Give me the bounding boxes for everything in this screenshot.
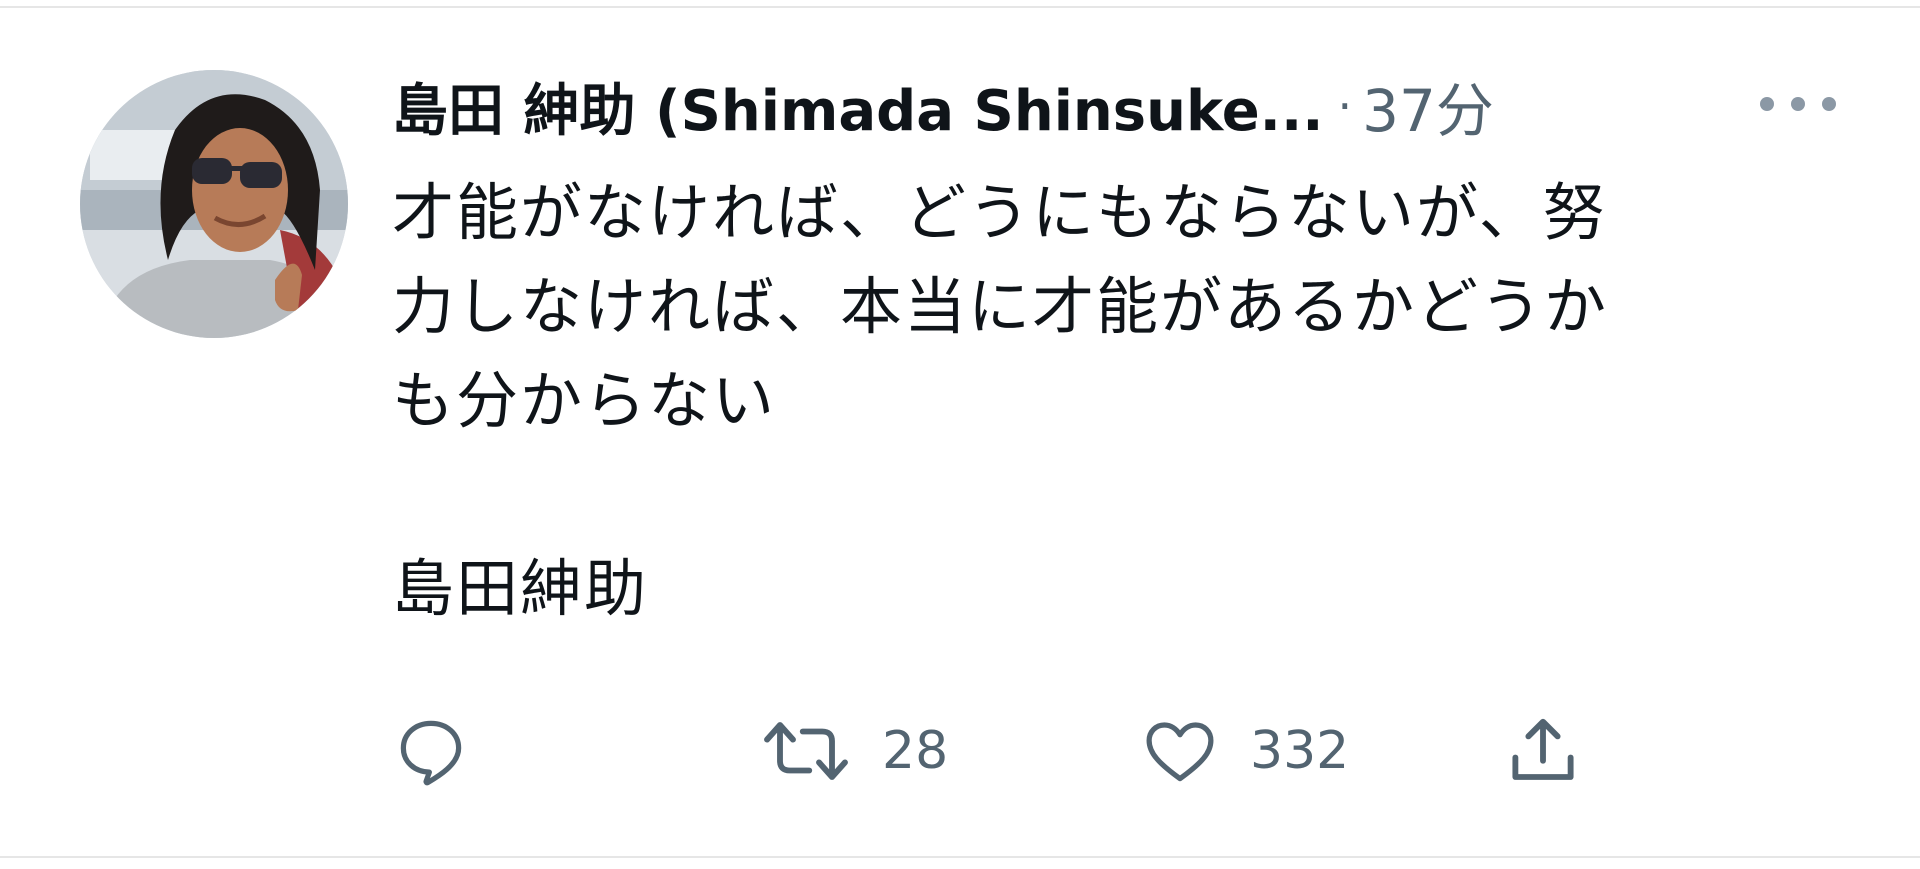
like-count: 332	[1250, 721, 1350, 781]
more-dot-icon	[1760, 97, 1774, 111]
timestamp[interactable]: 37分	[1362, 64, 1494, 148]
avatar-photo	[80, 70, 348, 338]
retweet-icon	[764, 722, 848, 780]
tweet-body: 才能がなければ、どうにもならないが、努 力しなければ、本当に才能があるかどうか …	[392, 166, 1832, 636]
more-dot-icon	[1822, 97, 1836, 111]
tweet-card[interactable]: 島田 紳助 (Shimada Shinsuke... · 37分 才能がなければ…	[0, 0, 1920, 869]
tweet-actions: 28 332	[392, 708, 1692, 794]
retweet-count: 28	[882, 721, 949, 781]
retweet-button[interactable]: 28	[760, 708, 948, 794]
tweet-text-line: 力しなければ、本当に才能があるかどうか	[392, 270, 1609, 343]
share-button[interactable]	[1504, 708, 1582, 794]
like-button[interactable]: 332	[1140, 708, 1349, 794]
separator-dot: ·	[1337, 79, 1353, 133]
more-options-button[interactable]	[1760, 80, 1836, 128]
tweet-text-line: 才能がなければ、どうにもならないが、努	[392, 176, 1607, 249]
bottom-divider	[0, 856, 1920, 858]
reply-button[interactable]	[392, 708, 470, 794]
tweet-header: 島田 紳助 (Shimada Shinsuke... · 37分	[392, 66, 1852, 146]
reply-icon	[400, 720, 462, 786]
tweet-text-spacer	[392, 448, 1832, 542]
top-divider	[0, 6, 1920, 8]
share-icon	[1512, 718, 1574, 780]
more-dot-icon	[1791, 97, 1805, 111]
avatar[interactable]	[80, 70, 348, 338]
heart-icon	[1146, 722, 1214, 782]
display-name[interactable]: 島田 紳助 (Shimada Shinsuke...	[392, 66, 1324, 147]
tweet-text-line: 島田紳助	[392, 552, 649, 625]
tweet-text-line: も分からない	[392, 364, 777, 437]
